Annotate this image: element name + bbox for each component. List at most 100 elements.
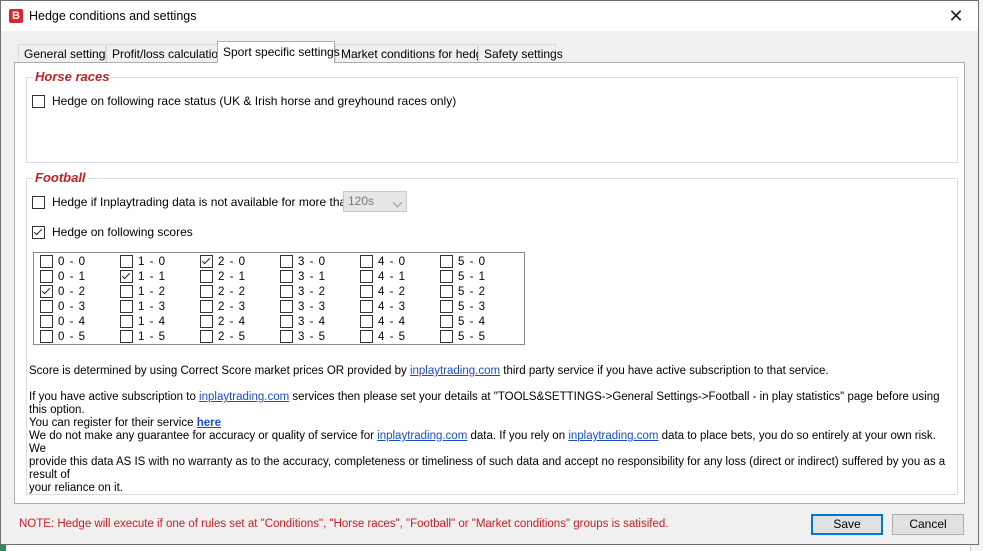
tab-general-settings[interactable]: General settings — [18, 44, 111, 62]
score-checkbox[interactable] — [200, 330, 213, 343]
tab-sport-specific-settings[interactable]: Sport specific settings — [217, 41, 340, 63]
score-option[interactable]: 2 - 0 — [200, 255, 246, 268]
score-option[interactable]: 1 - 0 — [120, 255, 166, 268]
score-checkbox[interactable] — [280, 315, 293, 328]
disclaimer-line-2: provide this data AS IS with no warranty… — [29, 456, 946, 481]
close-button[interactable]: ✕ — [934, 1, 978, 31]
score-option[interactable]: 5 - 1 — [440, 270, 486, 283]
cancel-button[interactable]: Cancel — [892, 514, 964, 535]
score-option[interactable]: 1 - 4 — [120, 315, 166, 328]
score-checkbox[interactable] — [440, 315, 453, 328]
register-here-link[interactable]: here — [197, 417, 221, 429]
score-option[interactable]: 4 - 0 — [360, 255, 406, 268]
score-checkbox[interactable] — [440, 330, 453, 343]
inplaytrading-link[interactable]: inplaytrading.com — [410, 365, 500, 377]
score-checkbox[interactable] — [280, 285, 293, 298]
score-option[interactable]: 2 - 2 — [200, 285, 246, 298]
score-option[interactable]: 1 - 2 — [120, 285, 166, 298]
score-label: 4 - 4 — [378, 315, 407, 328]
score-option[interactable]: 2 - 4 — [200, 315, 246, 328]
score-checkbox[interactable] — [360, 270, 373, 283]
score-option[interactable]: 0 - 4 — [40, 315, 86, 328]
score-checkbox[interactable] — [120, 330, 133, 343]
score-option[interactable]: 0 - 0 — [40, 255, 86, 268]
score-checkbox[interactable] — [40, 270, 53, 283]
score-option[interactable]: 5 - 3 — [440, 300, 486, 313]
tab-safety-settings[interactable]: Safety settings — [478, 44, 563, 62]
score-option[interactable]: 2 - 1 — [200, 270, 246, 283]
score-option[interactable]: 3 - 1 — [280, 270, 326, 283]
score-option[interactable]: 2 - 3 — [200, 300, 246, 313]
score-option[interactable]: 0 - 5 — [40, 330, 86, 343]
timeout-dropdown[interactable]: 120s — [343, 191, 407, 212]
score-option[interactable]: 4 - 3 — [360, 300, 406, 313]
score-option[interactable]: 5 - 5 — [440, 330, 486, 343]
score-option[interactable]: 0 - 3 — [40, 300, 86, 313]
score-checkbox[interactable] — [200, 300, 213, 313]
score-checkbox[interactable] — [40, 255, 53, 268]
score-checkbox[interactable] — [120, 315, 133, 328]
score-checkbox[interactable] — [40, 315, 53, 328]
inplay-unavailable-option[interactable]: Hedge if Inplaytrading data is not avail… — [32, 195, 353, 209]
score-checkbox[interactable] — [200, 315, 213, 328]
score-option[interactable]: 4 - 4 — [360, 315, 406, 328]
save-button[interactable]: Save — [811, 514, 883, 535]
scores-checkbox[interactable] — [32, 225, 45, 239]
score-option[interactable]: 4 - 1 — [360, 270, 406, 283]
score-checkbox[interactable] — [40, 330, 53, 343]
score-label: 0 - 4 — [58, 315, 87, 328]
score-label: 0 - 2 — [58, 285, 87, 298]
race-status-checkbox[interactable] — [32, 94, 45, 108]
inplay-unavailable-checkbox[interactable] — [32, 195, 45, 209]
score-option[interactable]: 1 - 5 — [120, 330, 166, 343]
score-checkbox[interactable] — [440, 255, 453, 268]
race-status-option[interactable]: Hedge on following race status (UK & Iri… — [32, 94, 456, 108]
inplaytrading-link[interactable]: inplaytrading.com — [199, 391, 289, 403]
score-option[interactable]: 0 - 1 — [40, 270, 86, 283]
score-checkbox[interactable] — [440, 285, 453, 298]
score-option[interactable]: 4 - 5 — [360, 330, 406, 343]
score-label: 1 - 1 — [138, 270, 167, 283]
score-checkbox[interactable] — [120, 300, 133, 313]
score-option[interactable]: 3 - 4 — [280, 315, 326, 328]
race-status-label: Hedge on following race status (UK & Iri… — [52, 94, 457, 108]
score-checkbox[interactable] — [360, 315, 373, 328]
score-checkbox[interactable] — [120, 255, 133, 268]
tab-market-conditions[interactable]: Market conditions for hedge — [335, 44, 489, 62]
score-checkbox[interactable] — [360, 285, 373, 298]
score-option[interactable]: 2 - 5 — [200, 330, 246, 343]
score-option[interactable]: 3 - 2 — [280, 285, 326, 298]
score-option[interactable]: 1 - 1 — [120, 270, 166, 283]
inplaytrading-link[interactable]: inplaytrading.com — [568, 430, 658, 442]
score-checkbox[interactable] — [280, 270, 293, 283]
score-option[interactable]: 3 - 3 — [280, 300, 326, 313]
tab-profit-loss-calculation[interactable]: Profit/loss calculation — [106, 44, 225, 62]
score-checkbox[interactable] — [280, 330, 293, 343]
score-checkbox[interactable] — [280, 300, 293, 313]
score-option[interactable]: 3 - 5 — [280, 330, 326, 343]
score-checkbox[interactable] — [200, 285, 213, 298]
score-checkbox[interactable] — [40, 285, 53, 298]
score-info-prefix: Score is determined by using Correct Sco… — [29, 365, 410, 377]
score-checkbox[interactable] — [40, 300, 53, 313]
score-option[interactable]: 5 - 0 — [440, 255, 486, 268]
score-option[interactable]: 5 - 2 — [440, 285, 486, 298]
scores-option[interactable]: Hedge on following scores — [32, 225, 193, 239]
score-checkbox[interactable] — [440, 300, 453, 313]
score-option[interactable]: 0 - 2 — [40, 285, 86, 298]
score-checkbox[interactable] — [360, 330, 373, 343]
score-option[interactable]: 3 - 0 — [280, 255, 326, 268]
score-option[interactable]: 4 - 2 — [360, 285, 406, 298]
score-checkbox[interactable] — [280, 255, 293, 268]
inplaytrading-link[interactable]: inplaytrading.com — [377, 430, 467, 442]
score-option[interactable]: 1 - 3 — [120, 300, 166, 313]
score-checkbox[interactable] — [360, 255, 373, 268]
score-checkbox[interactable] — [120, 285, 133, 298]
score-checkbox[interactable] — [200, 255, 213, 268]
score-checkbox[interactable] — [360, 300, 373, 313]
score-option[interactable]: 5 - 4 — [440, 315, 486, 328]
score-checkbox[interactable] — [120, 270, 133, 283]
score-checkbox[interactable] — [440, 270, 453, 283]
score-label: 3 - 3 — [298, 300, 327, 313]
score-checkbox[interactable] — [200, 270, 213, 283]
